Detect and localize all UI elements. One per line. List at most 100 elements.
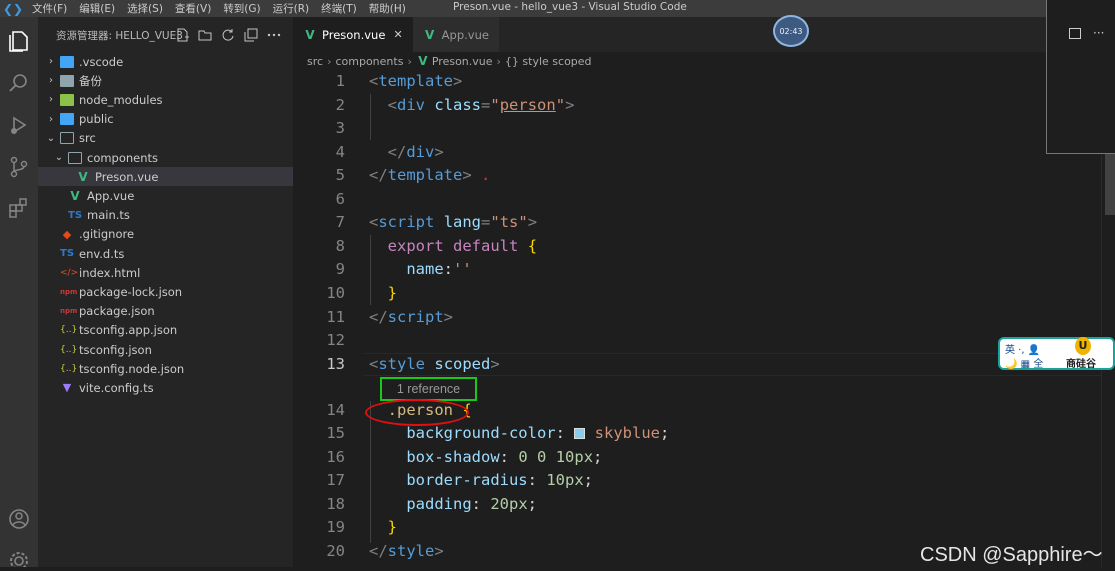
tree-item-label: 备份 — [79, 73, 102, 88]
explorer-sidebar: 资源管理器: HELLO_VUE3 › .vscode › 备份 › node_modul… — [38, 17, 293, 571]
account-icon[interactable] — [5, 505, 33, 533]
menu-file[interactable]: 文件(F) — [26, 1, 73, 16]
folder-icon — [60, 113, 74, 126]
extensions-icon[interactable] — [5, 195, 33, 223]
breadcrumb-src[interactable]: src — [307, 55, 323, 68]
tree-item[interactable]: › public — [38, 110, 293, 129]
tree-item[interactable]: ⌄ src — [38, 129, 293, 148]
tree-item[interactable]: TS main.ts — [38, 206, 293, 225]
code-line[interactable]: 4 </div> — [293, 141, 1101, 164]
tree-item[interactable]: TS env.d.ts — [38, 244, 293, 263]
tab-app-vue[interactable]: V App.vue — [412, 17, 499, 52]
code-text: <template> — [369, 72, 463, 90]
breadcrumb-separator-icon: › — [327, 54, 332, 68]
tree-item[interactable]: ⌄ components — [38, 148, 293, 167]
code-text: box-shadow: 0 0 10px; — [406, 448, 603, 466]
code-line[interactable]: 6 — [293, 188, 1101, 211]
explorer-actions — [175, 28, 281, 42]
line-number: 13 — [326, 355, 345, 373]
split-editor-icon[interactable] — [1069, 28, 1081, 39]
code-line[interactable]: 5 </template> . — [293, 164, 1101, 187]
tree-item[interactable]: {..} tsconfig.app.json — [38, 321, 293, 340]
codelens-references[interactable]: 1 reference — [380, 377, 477, 401]
code-line[interactable]: 17 border-radius: 10px; — [293, 469, 1101, 492]
code-editor[interactable]: 1 <template> 2 <div class="person"> 3 4 </di… — [293, 70, 1101, 571]
code-line[interactable]: 19 } — [293, 516, 1101, 539]
menu-run[interactable]: 运行(R) — [267, 1, 316, 16]
breadcrumb-separator-icon: › — [496, 54, 501, 68]
tree-item[interactable]: › 备份 — [38, 71, 293, 90]
ime-logo-icon: U — [1075, 337, 1091, 355]
menu-terminal[interactable]: 终端(T) — [315, 1, 363, 16]
breadcrumb-components[interactable]: components — [335, 55, 403, 68]
new-folder-icon[interactable] — [198, 28, 212, 42]
code-line[interactable]: 3 — [293, 117, 1101, 140]
line-number: 9 — [335, 260, 345, 278]
menu-view[interactable]: 查看(V) — [169, 1, 217, 16]
tree-item[interactable]: npm package.json — [38, 302, 293, 321]
chevron-icon[interactable]: › — [46, 56, 56, 67]
line-number: 2 — [335, 96, 345, 114]
tree-item-label: public — [79, 112, 114, 127]
search-icon[interactable] — [5, 69, 33, 97]
tree-item-label: App.vue — [87, 188, 135, 203]
tree-item[interactable]: {..} tsconfig.node.json — [38, 359, 293, 378]
tree-item[interactable]: ▼ vite.config.ts — [38, 378, 293, 397]
menu-help[interactable]: 帮助(H) — [363, 1, 412, 16]
tree-item[interactable]: V App.vue — [38, 186, 293, 205]
json-file-icon: {..} — [60, 363, 78, 374]
tree-item-label: vite.config.ts — [79, 380, 154, 395]
code-line[interactable]: 10 } — [293, 282, 1101, 305]
tree-item-label: src — [79, 131, 96, 146]
chevron-icon[interactable]: › — [46, 75, 56, 86]
vue-file-icon: V — [418, 54, 428, 68]
refresh-icon[interactable] — [221, 28, 235, 42]
annotation-ellipse — [365, 399, 469, 426]
vue-file-icon: V — [425, 27, 435, 42]
tree-item[interactable]: npm package-lock.json — [38, 282, 293, 301]
more-actions-icon[interactable] — [267, 28, 281, 42]
tree-item[interactable]: V Preson.vue — [38, 167, 293, 187]
ime-toolbar[interactable]: 英 ·, 👤 🌙 ▦ 全 U 商硅谷 — [998, 337, 1115, 370]
code-line[interactable]: 18 padding: 20px; — [293, 493, 1101, 516]
chevron-icon[interactable]: › — [46, 94, 56, 105]
npm-file-icon: npm — [60, 307, 78, 316]
tree-item-label: tsconfig.app.json — [79, 323, 178, 338]
npm-file-icon: npm — [60, 287, 78, 296]
breadcrumb-file[interactable]: Preson.vue — [432, 55, 493, 68]
menu-selection[interactable]: 选择(S) — [121, 1, 169, 16]
close-tab-icon[interactable]: ✕ — [393, 28, 402, 41]
menu-go[interactable]: 转到(G) — [217, 1, 266, 16]
chevron-icon[interactable]: › — [46, 114, 56, 125]
code-line[interactable]: 11 </script> — [293, 306, 1101, 329]
tab-preson-vue[interactable]: V Preson.vue ✕ — [293, 17, 413, 52]
code-line[interactable]: 1 <template> — [293, 70, 1101, 93]
tree-item[interactable]: › .vscode — [38, 52, 293, 71]
new-file-icon[interactable] — [175, 28, 189, 42]
code-line[interactable]: 12 — [293, 329, 1101, 352]
code-line[interactable]: 8 export default { — [293, 235, 1101, 258]
run-debug-icon[interactable] — [5, 111, 33, 139]
collapse-all-icon[interactable] — [244, 28, 258, 42]
tree-item[interactable]: </> index.html — [38, 263, 293, 282]
menu-edit[interactable]: 编辑(E) — [73, 1, 121, 16]
tree-item[interactable]: {..} tsconfig.json — [38, 340, 293, 359]
tree-item[interactable]: ◆ .gitignore — [38, 225, 293, 244]
chevron-icon[interactable]: ⌄ — [54, 152, 64, 163]
more-actions-icon[interactable]: ··· — [1093, 26, 1104, 40]
code-line[interactable]: 2 <div class="person"> — [293, 94, 1101, 117]
breadcrumb-symbol[interactable]: {} style scoped — [505, 55, 592, 68]
code-line[interactable]: 7 <script lang="ts"> — [293, 211, 1101, 234]
code-line[interactable]: 16 box-shadow: 0 0 10px; — [293, 446, 1101, 469]
tree-item-label: main.ts — [87, 208, 130, 223]
chevron-icon[interactable]: ⌄ — [46, 133, 56, 144]
ime-brand: 商硅谷 — [1066, 359, 1096, 370]
vue-file-icon: V — [305, 27, 315, 42]
source-control-icon[interactable] — [5, 153, 33, 181]
code-text: border-radius: 10px; — [406, 471, 594, 489]
code-line[interactable]: 9 name:'' — [293, 258, 1101, 281]
code-line[interactable]: 13 <style scoped> — [293, 353, 1101, 376]
folder-icon — [60, 74, 74, 87]
tree-item[interactable]: › node_modules — [38, 90, 293, 109]
explorer-icon[interactable] — [5, 27, 33, 55]
